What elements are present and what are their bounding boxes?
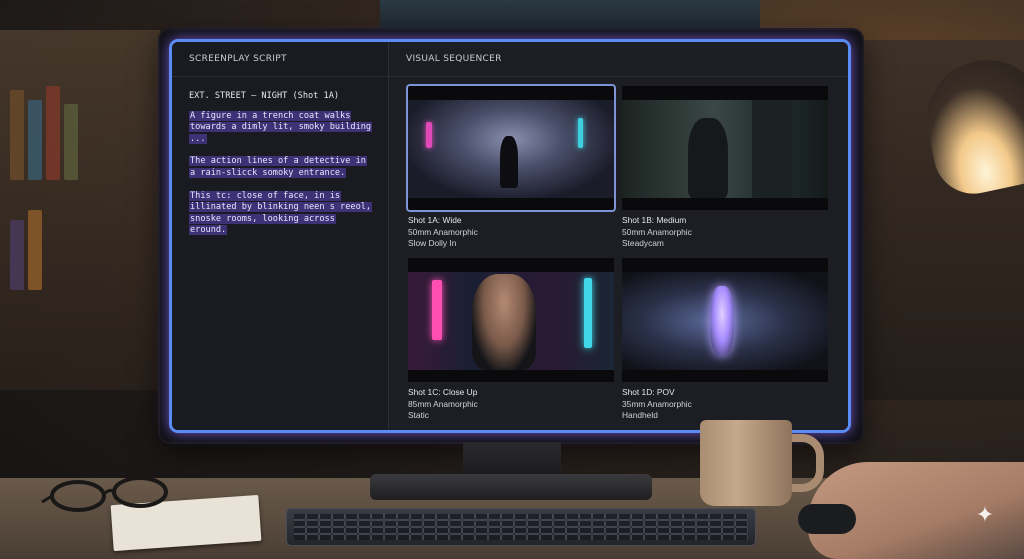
shot-meta: Shot 1D: POV 35mm Anamorphic Handheld — [622, 382, 828, 422]
street-scene-icon — [408, 100, 614, 198]
keyboard[interactable] — [286, 508, 756, 546]
eyeglasses-icon — [41, 476, 168, 512]
sequencer-panel-header: VISUAL SEQUENCER — [389, 42, 848, 77]
shot-card-1d[interactable]: Shot 1D: POV 35mm Anamorphic Handheld — [622, 258, 828, 422]
script-paragraph-text[interactable]: This tc: close of face, in is illinated … — [189, 190, 373, 236]
shot-card-1b[interactable]: Shot 1B: Medium 50mm Anamorphic Steadyca… — [622, 86, 828, 250]
shot-title: Shot 1A: Wide — [408, 215, 462, 225]
script-paragraph-text[interactable]: The action lines of a detective in a rai… — [189, 156, 367, 178]
shot-title: Shot 1C: Close Up — [408, 387, 478, 397]
script-paragraph[interactable]: This tc: close of face, in is illinated … — [189, 190, 374, 237]
shot-title: Shot 1B: Medium — [622, 215, 687, 225]
shot-camera-move: Slow Dolly In — [408, 238, 457, 248]
sparkle-icon: ✦ — [975, 503, 995, 528]
script-paragraph[interactable]: A figure in a trench coat walks towards … — [189, 110, 374, 146]
shot-title: Shot 1D: POV — [622, 387, 675, 397]
screenplay-panel-header: SCREENPLAY SCRIPT — [172, 42, 388, 77]
script-paragraph[interactable]: The action lines of a detective in a rai… — [189, 156, 374, 179]
shot-lens: 50mm Anamorphic — [622, 226, 692, 237]
computer-mouse[interactable] — [798, 504, 856, 534]
shot-meta: Shot 1C: Close Up 85mm Anamorphic Static — [408, 382, 614, 422]
doorway-scene-icon — [622, 100, 828, 198]
shot-camera-move: Steadycam — [622, 238, 664, 248]
shot-lens: 35mm Anamorphic — [622, 398, 692, 409]
face-scene-icon — [408, 272, 614, 370]
monitor-stand-neck — [463, 442, 561, 478]
shot-meta: Shot 1B: Medium 50mm Anamorphic Steadyca… — [622, 210, 828, 250]
shot-thumbnail[interactable] — [408, 258, 614, 382]
monitor-stand-base — [370, 474, 652, 500]
shot-card-1a[interactable]: Shot 1A: Wide 50mm Anamorphic Slow Dolly… — [406, 84, 616, 250]
shot-lens: 85mm Anamorphic — [408, 398, 478, 409]
shot-thumbnail[interactable] — [622, 258, 828, 382]
shot-meta: Shot 1A: Wide 50mm Anamorphic Slow Dolly… — [408, 210, 614, 250]
screen: SCREENPLAY SCRIPT EXT. STREET – NIGHT (S… — [172, 42, 848, 430]
visual-sequencer-panel: VISUAL SEQUENCER Shot 1A: Wide 50mm Anam… — [389, 42, 848, 430]
shot-thumbnail[interactable] — [406, 84, 616, 212]
script-slugline[interactable]: EXT. STREET – NIGHT (Shot 1A) — [189, 91, 374, 103]
script-paragraph-text[interactable]: A figure in a trench coat walks towards … — [189, 110, 373, 144]
script-body[interactable]: EXT. STREET – NIGHT (Shot 1A) A figure i… — [172, 77, 388, 237]
shot-camera-move: Static — [408, 410, 429, 420]
coffee-mug — [700, 420, 792, 506]
shot-thumbnail[interactable] — [622, 86, 828, 210]
background-shelf-left — [0, 30, 160, 390]
monitor: SCREENPLAY SCRIPT EXT. STREET – NIGHT (S… — [160, 30, 862, 442]
shot-card-1c[interactable]: Shot 1C: Close Up 85mm Anamorphic Static — [408, 258, 614, 422]
hologram-scene-icon — [622, 272, 828, 370]
shot-lens: 50mm Anamorphic — [408, 226, 478, 237]
screenplay-script-panel: SCREENPLAY SCRIPT EXT. STREET – NIGHT (S… — [172, 42, 389, 430]
